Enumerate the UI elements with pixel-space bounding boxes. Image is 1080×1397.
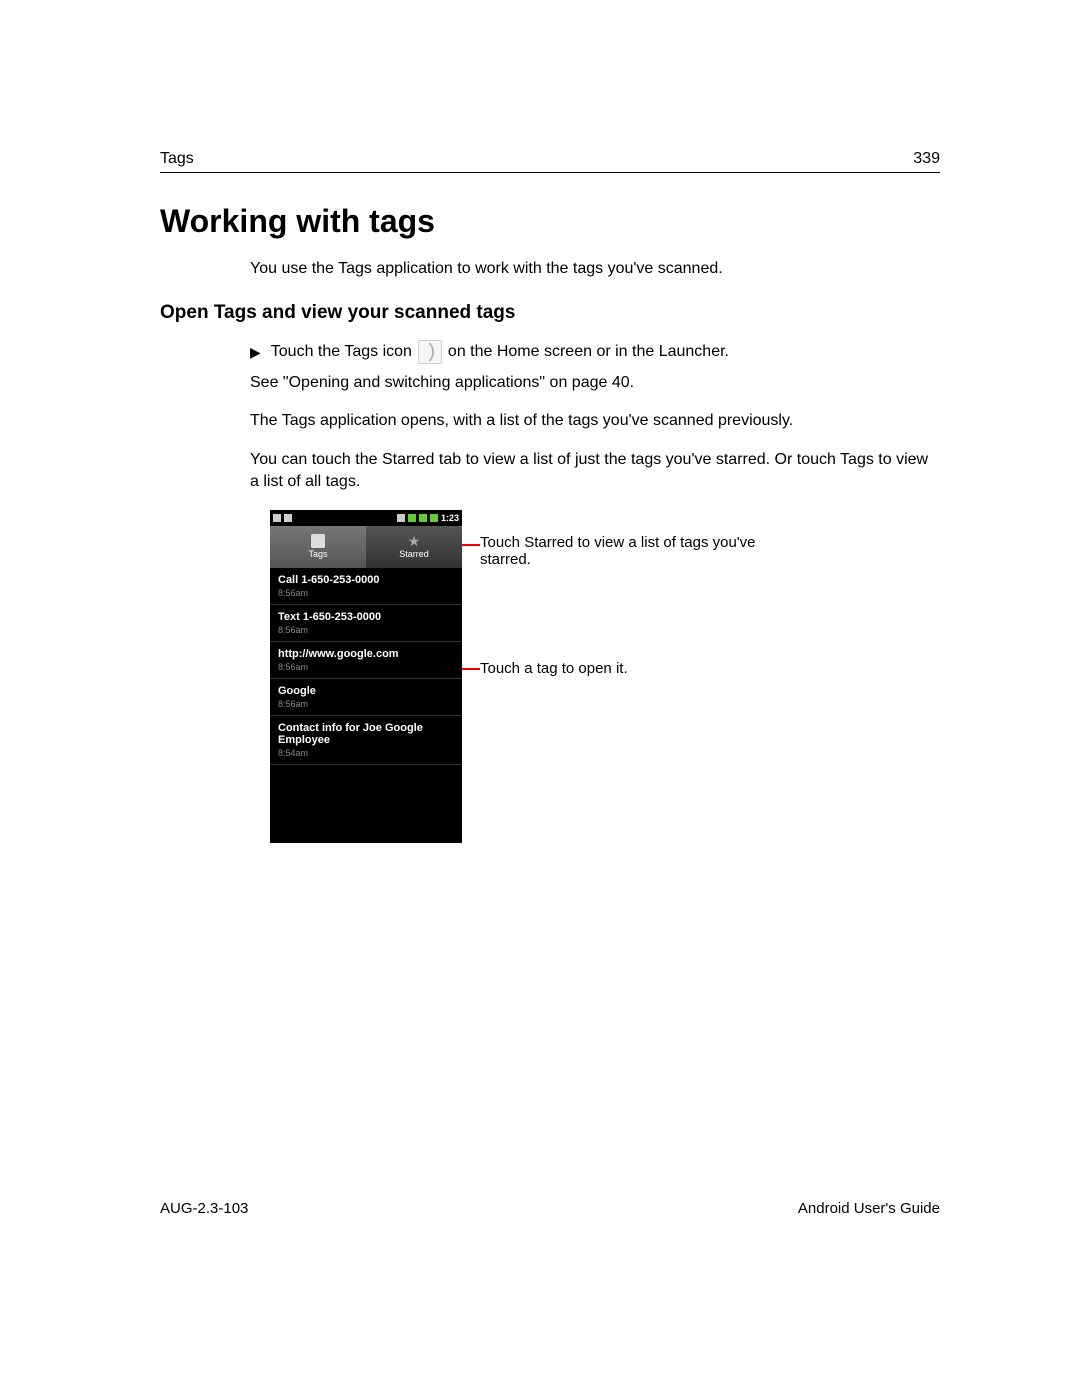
status-left-icons [273, 514, 292, 522]
step-text-post: on the Home screen or in the Launcher. [448, 343, 729, 361]
bullet-triangle-icon: ▶ [250, 344, 261, 361]
callout-line [462, 668, 480, 670]
document-page: Tags 339 Working with tags You use the T… [0, 0, 1080, 1397]
figure-row: 1:23 Tags ★ Starred Call 1-650-253-0000 … [270, 510, 940, 843]
paragraph-app-opens: The Tags application opens, with a list … [250, 410, 940, 432]
tag-time: 8:56am [278, 662, 454, 672]
status-icon [408, 514, 416, 522]
phone-tabs: Tags ★ Starred [270, 526, 462, 568]
tag-title: Text 1-650-253-0000 [278, 611, 454, 623]
footer-guide-name: Android User's Guide [798, 1200, 940, 1217]
page-title: Working with tags [160, 203, 940, 240]
paragraph-starred-tab: You can touch the Starred tab to view a … [250, 449, 940, 494]
tag-time: 8:56am [278, 625, 454, 635]
tags-app-icon [418, 340, 442, 364]
phone-empty-area [270, 765, 462, 843]
tag-time: 8:56am [278, 588, 454, 598]
tag-icon [311, 534, 325, 548]
status-time: 1:23 [441, 513, 459, 523]
list-item[interactable]: http://www.google.com 8:56am [270, 642, 462, 679]
list-item[interactable]: Contact info for Joe Google Employee 8:5… [270, 716, 462, 765]
star-icon: ★ [408, 534, 421, 548]
tab-starred[interactable]: ★ Starred [366, 526, 462, 568]
list-item[interactable]: Call 1-650-253-0000 8:56am [270, 568, 462, 605]
tag-time: 8:54am [278, 748, 454, 758]
paragraph-see-also: See "Opening and switching applications"… [250, 372, 940, 394]
status-icon [284, 514, 292, 522]
status-icon [397, 514, 405, 522]
callout-line [462, 544, 480, 546]
intro-paragraph: You use the Tags application to work wit… [250, 260, 940, 278]
status-right-icons: 1:23 [397, 513, 459, 523]
tag-time: 8:56am [278, 699, 454, 709]
tag-title: Call 1-650-253-0000 [278, 574, 454, 586]
page-header: Tags 339 [160, 150, 940, 173]
status-icon [273, 514, 281, 522]
callout-starred: Touch Starred to view a list of tags you… [480, 534, 760, 568]
header-section: Tags [160, 150, 194, 168]
signal-icon [419, 514, 427, 522]
tab-tags[interactable]: Tags [270, 526, 366, 568]
tab-label: Starred [399, 549, 429, 559]
page-footer: AUG-2.3-103 Android User's Guide [160, 1200, 940, 1217]
phone-screenshot: 1:23 Tags ★ Starred Call 1-650-253-0000 … [270, 510, 462, 843]
step-line: ▶ Touch the Tags icon on the Home screen… [250, 340, 940, 364]
header-page-number: 339 [913, 150, 940, 168]
footer-doc-id: AUG-2.3-103 [160, 1200, 248, 1217]
step-text-pre: Touch the Tags icon [271, 343, 412, 361]
callout-open-tag: Touch a tag to open it. [480, 660, 628, 677]
phone-status-bar: 1:23 [270, 510, 462, 526]
subheading: Open Tags and view your scanned tags [160, 302, 940, 324]
tag-title: Contact info for Joe Google Employee [278, 722, 454, 746]
list-item[interactable]: Google 8:56am [270, 679, 462, 716]
battery-icon [430, 514, 438, 522]
tag-title: http://www.google.com [278, 648, 454, 660]
tab-label: Tags [308, 549, 327, 559]
tag-title: Google [278, 685, 454, 697]
list-item[interactable]: Text 1-650-253-0000 8:56am [270, 605, 462, 642]
